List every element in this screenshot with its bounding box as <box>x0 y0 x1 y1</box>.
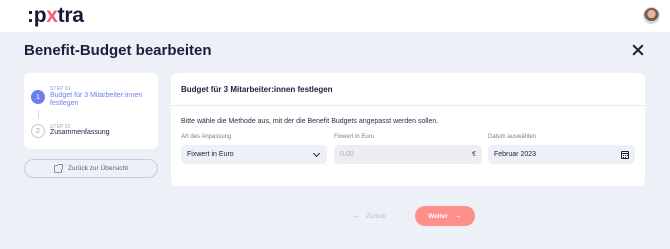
budget-form-card: Budget für 3 Mitarbeiter:innen festlegen… <box>171 73 645 186</box>
form-description: Bitte wähle die Methode aus, mit der die… <box>181 118 439 125</box>
date-picker[interactable]: Februar 2023 <box>488 145 635 164</box>
euro-unit: € <box>472 151 476 158</box>
step-1-title: Budget für 3 Mitarbeiter:innen festlegen <box>50 92 143 107</box>
method-select[interactable]: Fixwert in Euro <box>181 145 327 164</box>
page-title: Benefit-Budget bearbeiten <box>24 42 212 59</box>
stepper: 1 STEP 01 Budget für 3 Mitarbeiter:innen… <box>24 73 158 149</box>
step-connector <box>38 110 39 119</box>
method-select-value: Fixwert in Euro <box>187 151 234 158</box>
fixed-value-label: Fixwert in Euro <box>334 134 375 140</box>
arrow-right-icon: → <box>453 211 462 220</box>
back-button[interactable]: ← Zurück <box>352 208 386 224</box>
top-bar: :pxtra <box>0 0 670 32</box>
brand-logo[interactable]: :pxtra <box>27 4 84 28</box>
form-title: Budget für 3 Mitarbeiter:innen festlegen <box>181 85 333 94</box>
fixed-value-placeholder: 0.00 <box>340 151 354 158</box>
arrow-left-icon: ← <box>352 211 360 220</box>
user-avatar[interactable] <box>643 7 660 24</box>
date-picker-value: Februar 2023 <box>494 151 537 158</box>
next-button-label: Weiter <box>428 212 448 220</box>
fixed-value-input[interactable]: 0.00 € <box>334 145 482 164</box>
logo-prefix: :p <box>27 4 47 27</box>
back-button-label: Zurück <box>366 212 386 220</box>
next-button[interactable]: Weiter → <box>415 206 475 226</box>
date-label: Datum auswählen <box>488 134 537 140</box>
back-to-overview-button[interactable]: Zurück zur Übersicht <box>24 159 158 178</box>
back-to-overview-label: Zurück zur Übersicht <box>68 165 128 172</box>
calendar-icon[interactable] <box>621 150 629 159</box>
method-label: Art des Anpassung <box>181 134 232 140</box>
external-link-icon <box>54 163 64 173</box>
logo-x: x <box>46 4 58 27</box>
step-1-number: 1 <box>31 90 45 104</box>
close-icon[interactable] <box>632 44 644 56</box>
divider <box>171 105 645 106</box>
step-2-title: Zusammenfassung <box>50 129 110 136</box>
chevron-down-icon <box>312 149 321 157</box>
step-2-number: 2 <box>31 124 45 138</box>
logo-suffix: tra <box>57 4 84 27</box>
